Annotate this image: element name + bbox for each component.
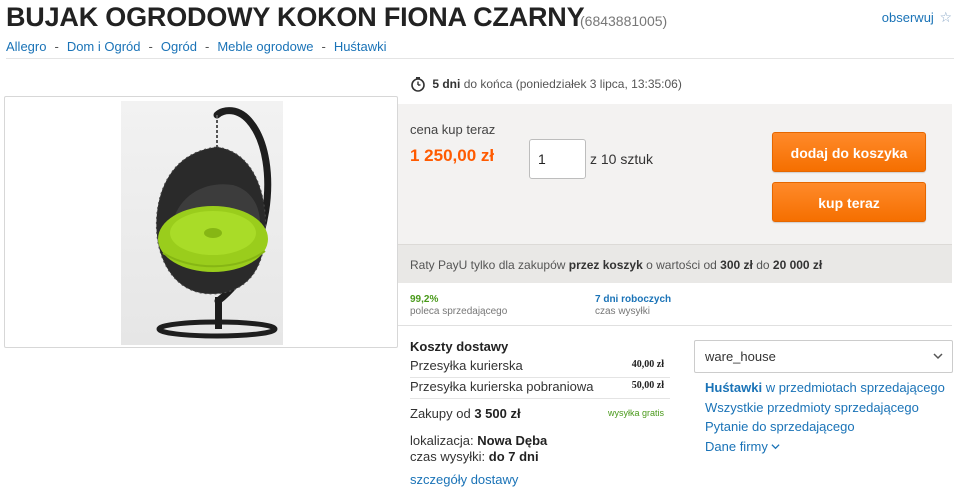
breadcrumb-ogrod[interactable]: Ogród (161, 39, 197, 54)
shipping-price: 40,00 zł (631, 359, 664, 370)
clock-icon (411, 77, 425, 92)
buy-panel: cena kup teraz 1 250,00 zł z 10 sztuk do… (398, 104, 952, 244)
product-photo[interactable] (121, 101, 283, 345)
recommend-value: 99,2% (410, 294, 439, 305)
breadcrumb: Allegro - Dom i Ogród - Ogród - Meble ogrodowe… (6, 39, 387, 54)
shipping-time-label: czas wysyłki (595, 306, 651, 317)
countdown-rest: do końca (poniedziałek 3 lipca, 13:35:06… (463, 77, 682, 91)
price-value: 1 250,00 zł (410, 146, 495, 165)
seller-name: ware_house (705, 349, 776, 364)
quantity-input[interactable] (529, 139, 586, 179)
watch-link[interactable]: obserwuj ☆ (882, 9, 952, 26)
product-image-frame[interactable] (4, 96, 398, 348)
recommend-label: poleca sprzedającego (410, 306, 508, 317)
chevron-down-icon (933, 353, 943, 360)
breadcrumb-separator: - (205, 39, 210, 54)
shipping-heading: Koszty dostawy (410, 339, 509, 354)
company-info-link[interactable]: Dane firmy (705, 439, 780, 454)
countdown-days: 5 dni (432, 77, 461, 91)
free-shipping-amount: 3 500 zł (474, 406, 521, 421)
seller-stats: 99,2% poleca sprzedającego 7 dni roboczy… (398, 283, 952, 326)
installments-text-1: Raty PayU tylko dla zakupów (410, 258, 569, 272)
item-id: (6843881005) (580, 13, 668, 29)
seller-links: Huśtawki w przedmiotach sprzedającego Ws… (705, 378, 945, 456)
ask-seller-link[interactable]: Pytanie do sprzedającego (705, 419, 855, 434)
seller-category-link[interactable]: Huśtawki w przedmiotach sprzedającego (705, 380, 945, 395)
location-label: lokalizacja: (410, 433, 474, 448)
header-divider (6, 58, 954, 59)
seller-category-bold: Huśtawki (705, 380, 763, 395)
add-to-cart-button[interactable]: dodaj do koszyka (772, 132, 926, 172)
shipping-details-link[interactable]: szczegóły dostawy (410, 472, 518, 487)
watch-label: obserwuj (881, 10, 934, 25)
shipping-row: Przesyłka kurierska pobraniowa 50,00 zł (410, 379, 670, 399)
shipping-row: Przesyłka kurierska 40,00 zł (410, 358, 670, 378)
quantity-available: z 10 sztuk (590, 151, 654, 167)
breadcrumb-dom-i-ogrod[interactable]: Dom i Ogród (67, 39, 141, 54)
shipping-method: Przesyłka kurierska pobraniowa (410, 379, 594, 394)
installments-text-2: o wartości od (642, 258, 721, 272)
shipping-divider (410, 377, 670, 378)
free-shipping-prefix: Zakupy od (410, 406, 475, 421)
shipping-price: 50,00 zł (631, 380, 664, 391)
breadcrumb-separator: - (321, 39, 326, 54)
seller-dropdown[interactable]: ware_house (694, 340, 953, 373)
buy-now-button[interactable]: kup teraz (772, 182, 926, 222)
seller-category-rest: w przedmiotach sprzedającego (762, 380, 945, 395)
ship-time-label: czas wysyłki: (410, 449, 486, 464)
star-icon: ☆ (939, 9, 952, 25)
breadcrumb-meble-ogrodowe[interactable]: Meble ogrodowe (217, 39, 313, 54)
price-label: cena kup teraz (410, 122, 496, 137)
seller-all-items-link[interactable]: Wszystkie przedmioty sprzedającego (705, 400, 919, 415)
location-value: Nowa Dęba (477, 433, 548, 448)
shipping-costs: Koszty dostawy Przesyłka kurierska 40,00… (398, 326, 678, 490)
hanging-chair-image (155, 107, 278, 339)
installments-info: Raty PayU tylko dla zakupów przez koszyk… (398, 244, 952, 283)
installments-bold-1: przez koszyk (568, 258, 643, 272)
installments-bold-3: 20 000 zł (772, 258, 823, 272)
breadcrumb-separator: - (148, 39, 153, 54)
installments-text-3: do (752, 258, 773, 272)
breadcrumb-hustawki[interactable]: Huśtawki (334, 39, 387, 54)
page-title: BUJAK OGRODOWY KOKON FIONA CZARNY (6, 2, 585, 32)
company-info-label: Dane firmy (705, 438, 768, 454)
free-shipping-label: wysyłka gratis (607, 408, 664, 418)
free-shipping-row: Zakupy od 3 500 zł wysyłka gratis (410, 406, 670, 421)
ship-time-value: do 7 dni (488, 449, 539, 464)
breadcrumb-allegro[interactable]: Allegro (6, 39, 46, 54)
title-row: BUJAK OGRODOWY KOKON FIONA CZARNY (68438… (6, 2, 954, 36)
shipping-time-value[interactable]: 7 dni roboczych (595, 294, 671, 305)
shipping-method: Przesyłka kurierska (410, 358, 523, 373)
shipping-divider (410, 398, 670, 399)
countdown: 5 dni do końca (poniedziałek 3 lipca, 13… (410, 76, 682, 92)
installments-bold-2: 300 zł (720, 258, 753, 272)
breadcrumb-separator: - (54, 39, 59, 54)
location-info: lokalizacja: Nowa Dęba czas wysyłki: do … (410, 433, 547, 465)
chevron-down-icon (771, 443, 780, 449)
